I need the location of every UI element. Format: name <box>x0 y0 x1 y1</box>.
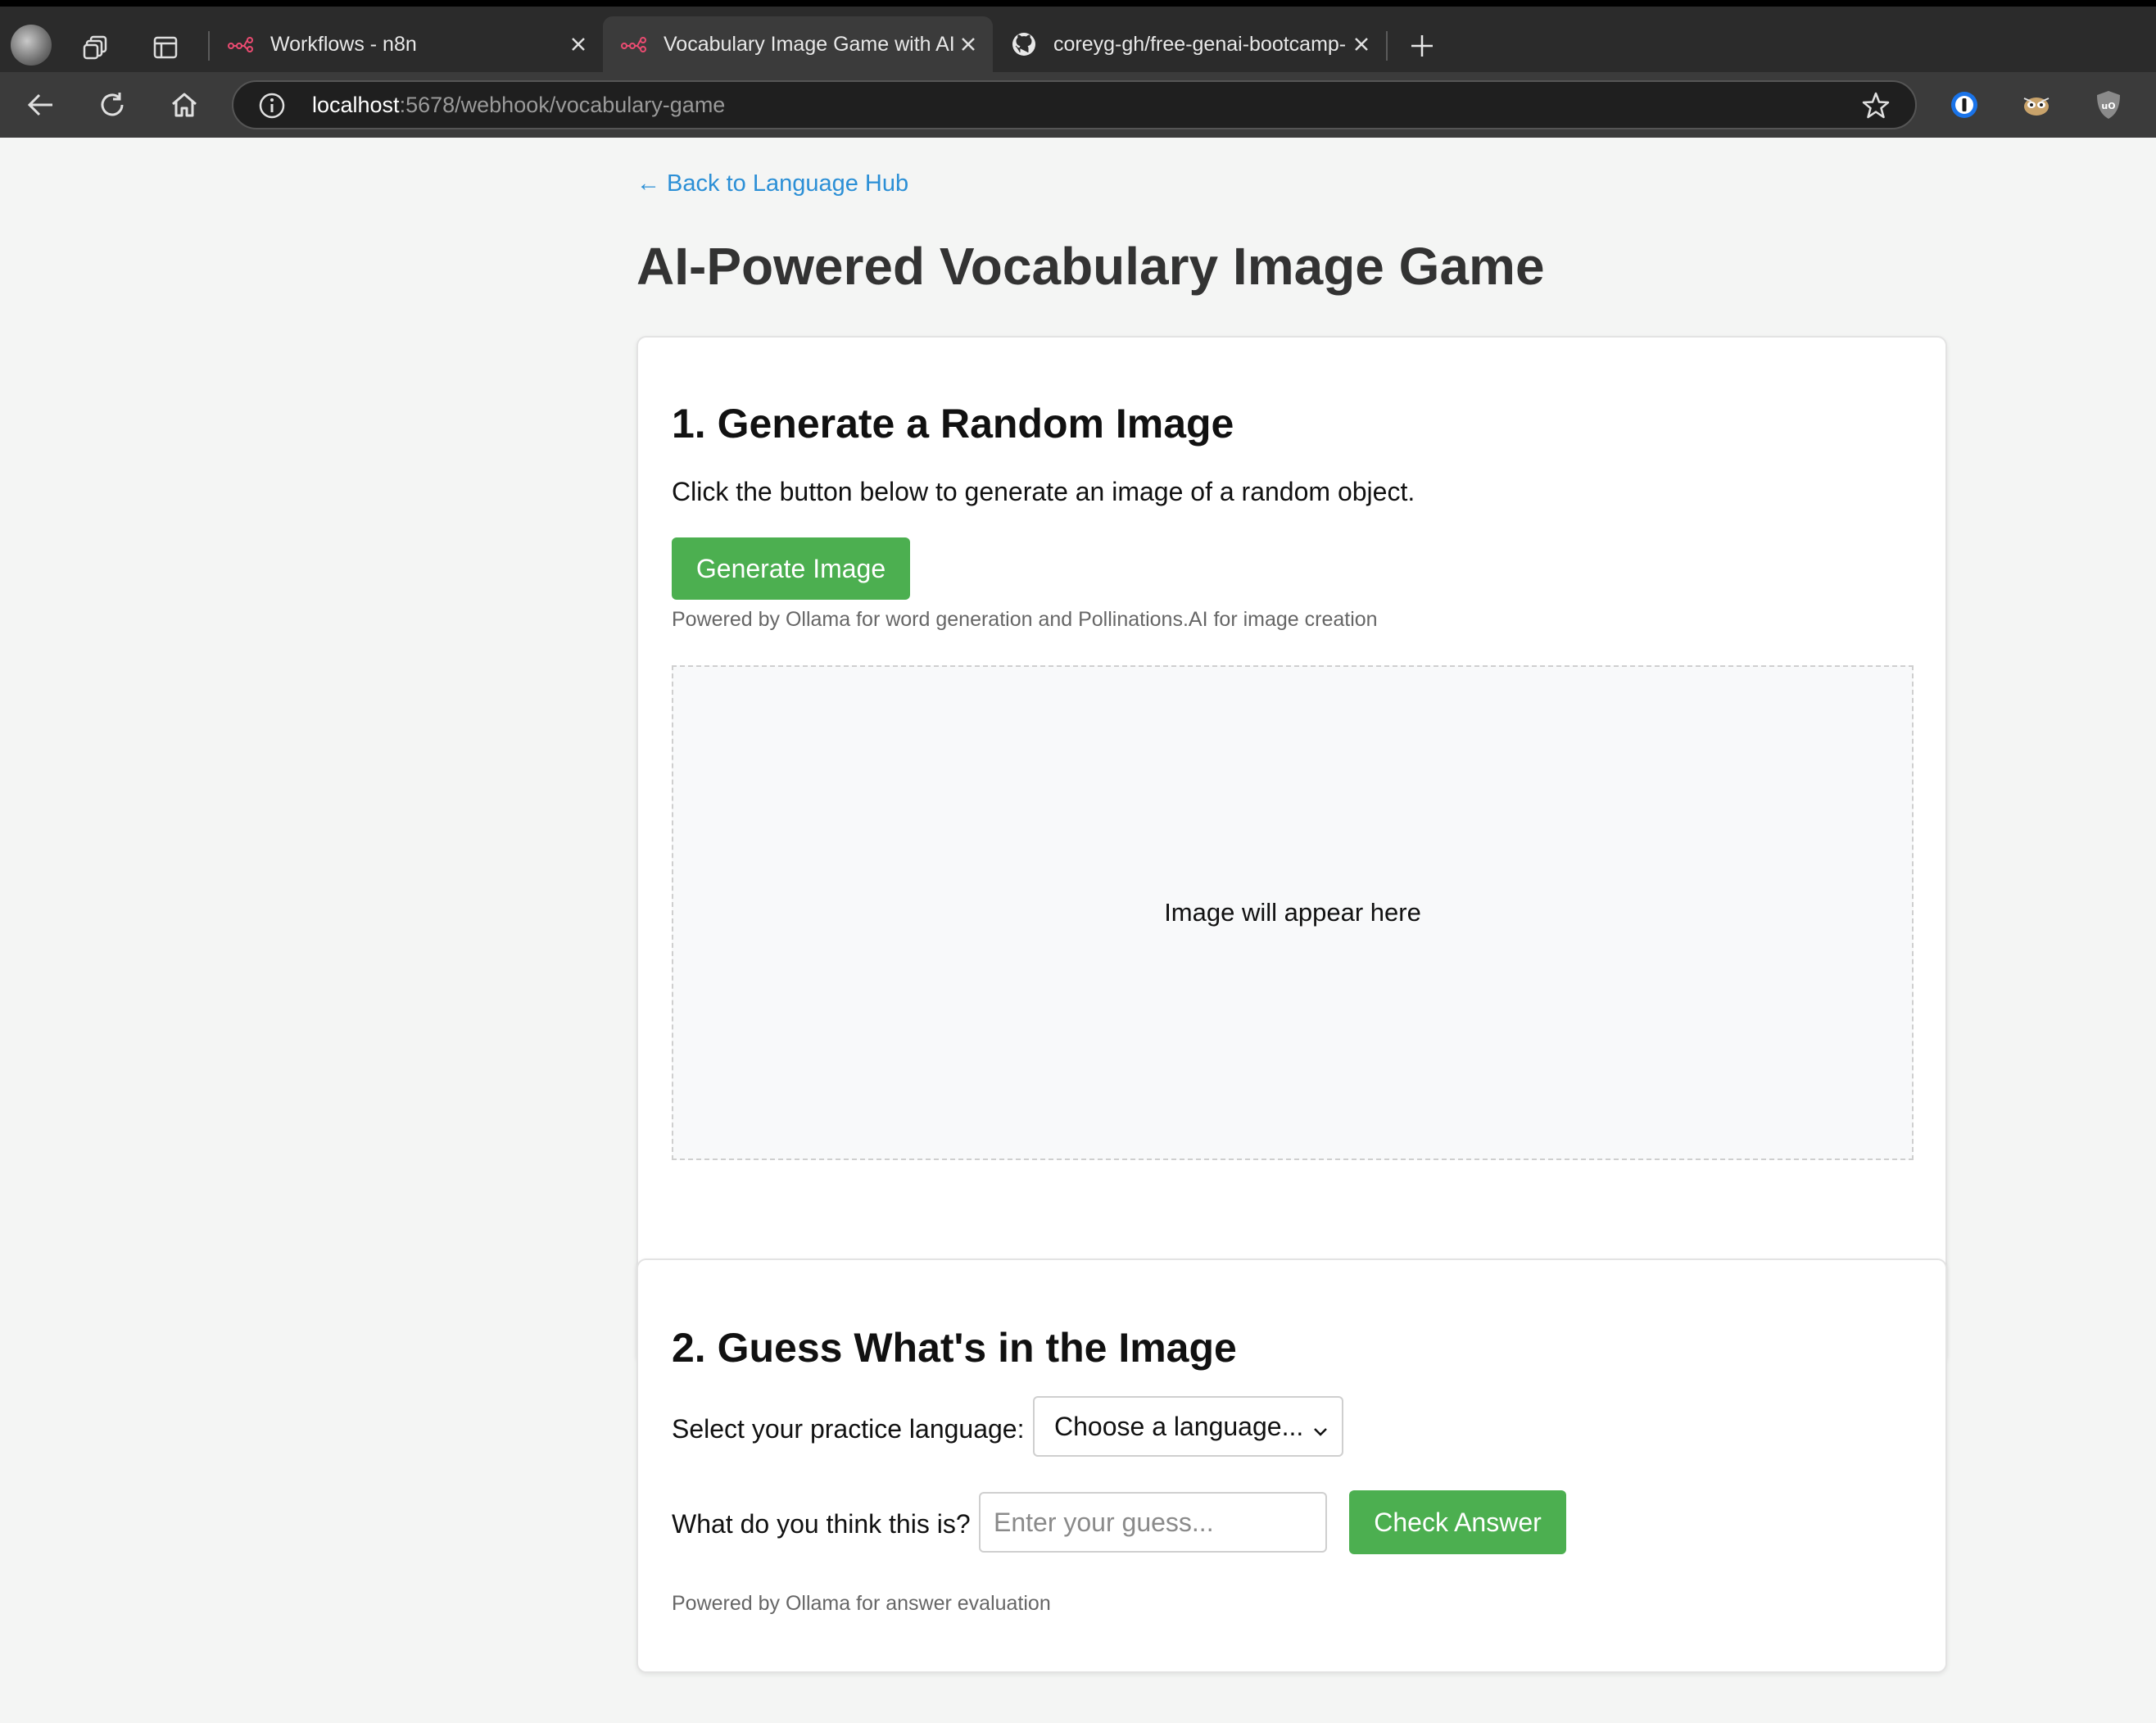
guess-input[interactable] <box>979 1492 1327 1553</box>
address-host: localhost <box>312 93 400 117</box>
tab-title: Vocabulary Image Game with AI <box>664 32 955 56</box>
tab-github-repo[interactable]: coreyg-gh/free-genai-bootcamp- <box>993 16 1386 72</box>
back-to-language-hub-link[interactable]: ← Back to Language Hub <box>636 170 908 197</box>
github-icon <box>1011 31 1037 57</box>
tab-separator <box>1386 31 1388 61</box>
section-heading: 2. Guess What's in the Image <box>672 1325 1237 1371</box>
generate-image-button[interactable]: Generate Image <box>672 537 910 600</box>
language-select[interactable]: Choose a language... <box>1033 1396 1343 1457</box>
tab-actions-icon[interactable] <box>149 31 182 64</box>
chevron-down-icon <box>1311 1417 1330 1437</box>
image-placeholder-area: Image will appear here <box>672 665 1914 1160</box>
address-bar[interactable]: localhost:5678/webhook/vocabulary-game <box>232 80 1917 129</box>
language-label: Select your practice language: <box>672 1414 1025 1444</box>
password-manager-icon[interactable] <box>1946 87 1982 123</box>
tab-title: Workflows - n8n <box>270 32 417 56</box>
guess-card: 2. Guess What's in the Image Select your… <box>636 1258 1947 1673</box>
svg-text:uO: uO <box>2101 101 2115 111</box>
site-info-icon[interactable] <box>258 92 286 120</box>
browser-toolbar: localhost:5678/webhook/vocabulary-game u… <box>0 72 2156 138</box>
n8n-icon <box>228 31 254 57</box>
language-select-value: Choose a language... <box>1054 1411 1304 1441</box>
image-placeholder-text: Image will appear here <box>1164 898 1421 927</box>
tab-title: coreyg-gh/free-genai-bootcamp- <box>1053 32 1347 56</box>
favorite-star-icon[interactable] <box>1861 91 1891 120</box>
close-icon[interactable] <box>1348 31 1375 57</box>
new-tab-plus-icon[interactable] <box>1406 29 1438 62</box>
profile-avatar[interactable] <box>11 25 52 66</box>
close-icon[interactable] <box>955 31 981 57</box>
powered-by-note: Powered by Ollama for word generation an… <box>672 608 1378 631</box>
page-content: ← Back to Language Hub AI-Powered Vocabu… <box>0 138 2156 1723</box>
workspaces-icon[interactable] <box>80 31 113 64</box>
page-title: AI-Powered Vocabulary Image Game <box>636 237 1545 296</box>
instruction-text: Click the button below to generate an im… <box>672 477 1415 506</box>
section-heading: 1. Generate a Random Image <box>672 401 1234 447</box>
check-answer-button[interactable]: Check Answer <box>1349 1490 1566 1554</box>
home-icon[interactable] <box>166 87 202 123</box>
refresh-icon[interactable] <box>94 87 130 123</box>
powered-by-note: Powered by Ollama for answer evaluation <box>672 1592 1051 1615</box>
tab-vocabulary-game[interactable]: Vocabulary Image Game with AI <box>603 16 993 72</box>
address-url[interactable]: localhost:5678/webhook/vocabulary-game <box>312 93 725 118</box>
back-arrow-icon[interactable] <box>23 87 59 123</box>
extension-icon[interactable] <box>2018 87 2054 123</box>
tab-bar: Workflows - n8n Vocabulary Image Game wi… <box>0 0 2156 72</box>
address-path: :5678/webhook/vocabulary-game <box>399 93 726 117</box>
browser-chrome: Workflows - n8n Vocabulary Image Game wi… <box>0 0 2156 138</box>
ublock-shield-icon[interactable]: uO <box>2090 87 2127 123</box>
close-icon[interactable] <box>565 31 591 57</box>
n8n-icon <box>621 31 647 57</box>
generate-image-card: 1. Generate a Random Image Click the but… <box>636 336 1947 1363</box>
tab-bar-top-strip <box>0 0 2156 7</box>
tab-workflows[interactable]: Workflows - n8n <box>210 16 603 72</box>
guess-label: What do you think this is? <box>672 1509 971 1539</box>
